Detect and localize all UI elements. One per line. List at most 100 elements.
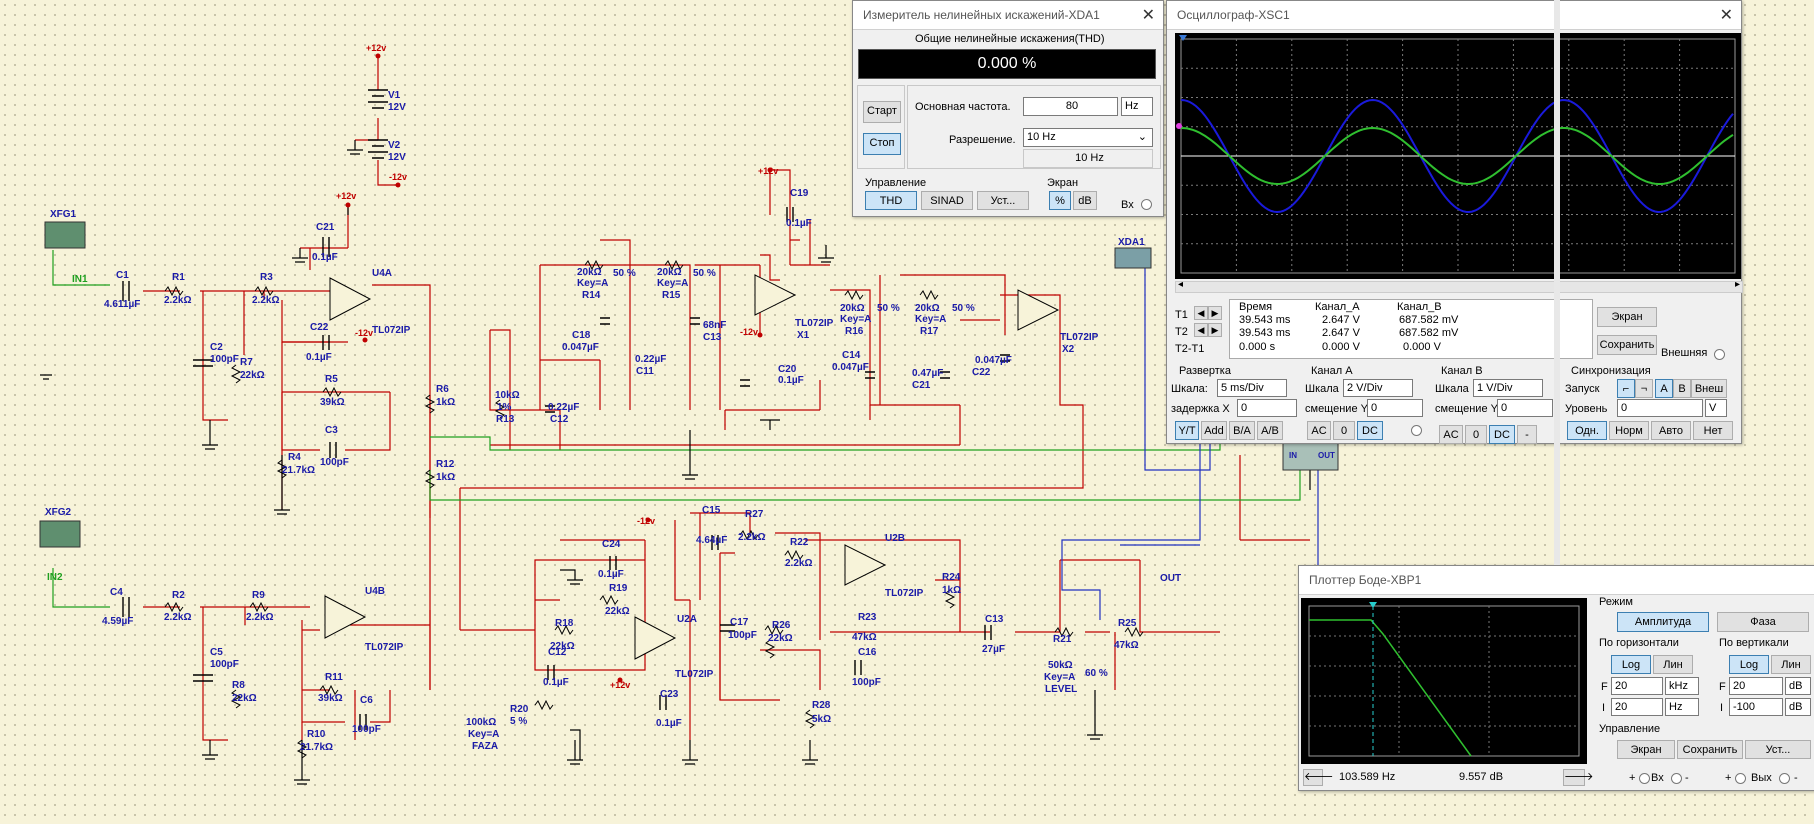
channel-a-offset-input[interactable]: 0 <box>1367 399 1423 417</box>
bode-settings-button[interactable]: Уст... <box>1745 740 1811 759</box>
thd-meter-window[interactable]: Измеритель нелинейных искажений-XDA1 ✕ О… <box>852 0 1164 217</box>
c6-label: C6 <box>360 695 373 706</box>
c13-value: 68nF <box>703 320 726 331</box>
trigger-source-b-button[interactable]: B <box>1673 379 1691 398</box>
channel-a-dc-button[interactable]: DC <box>1357 421 1383 440</box>
scope-screen[interactable] <box>1175 33 1741 279</box>
vertical-initial-input[interactable]: -100 <box>1729 698 1783 716</box>
scroll-right-icon[interactable]: ▸ <box>1735 279 1740 290</box>
scope-screen-button[interactable]: Экран <box>1597 307 1657 327</box>
close-icon[interactable]: ✕ <box>1142 5 1155 25</box>
t1-right-arrow-icon[interactable]: ▶ <box>1208 306 1222 320</box>
thd-settings-button[interactable]: Уст... <box>977 191 1029 210</box>
scope-title-bar[interactable]: Осциллограф-XSC1 ✕ <box>1167 1 1741 30</box>
c14-label: C14 <box>842 350 861 361</box>
vertical-log-button[interactable]: Log <box>1729 655 1769 674</box>
trigger-single-button[interactable]: Одн. <box>1567 421 1607 440</box>
bode-cursor-left-icon[interactable]: 🡐 <box>1303 769 1334 786</box>
thd-in-terminal[interactable] <box>1141 199 1152 210</box>
mode-sinad-button[interactable]: SINAD <box>921 191 973 210</box>
c17-value: 100pF <box>728 630 757 641</box>
close-icon[interactable]: ✕ <box>1720 5 1733 25</box>
channel-b-dc-button[interactable]: DC <box>1489 425 1515 444</box>
trigger-marker <box>1179 35 1187 41</box>
horizontal-final-input[interactable]: 20 <box>1611 677 1663 695</box>
r4-value: 21.7kΩ <box>282 465 315 476</box>
trigger-rising-edge-icon[interactable]: ⌐ <box>1617 379 1635 398</box>
r2-value: 2.2kΩ <box>164 612 191 623</box>
resolution-value: 10 Hz <box>1027 131 1056 143</box>
trigger-auto-button[interactable]: Авто <box>1651 421 1691 440</box>
vertical-final-unit[interactable]: dB <box>1785 677 1811 695</box>
channel-a-terminal[interactable] <box>1411 425 1422 436</box>
horizontal-lin-button[interactable]: Лин <box>1653 655 1693 674</box>
bode-save-button[interactable]: Сохранить <box>1677 740 1743 759</box>
ab-button[interactable]: A/B <box>1257 421 1283 440</box>
bode-out-plus-terminal[interactable] <box>1735 773 1746 784</box>
horizontal-final-unit[interactable]: kHz <box>1665 677 1699 695</box>
trigger-normal-button[interactable]: Норм <box>1609 421 1649 440</box>
horizontal-log-button[interactable]: Log <box>1611 655 1651 674</box>
unit-percent-button[interactable]: % <box>1049 191 1071 210</box>
t1-left-arrow-icon[interactable]: ◀ <box>1194 306 1208 320</box>
bode-graph <box>1308 602 1580 757</box>
start-button[interactable]: Старт <box>863 101 901 123</box>
scope-scrollbar[interactable]: ◂ ▸ <box>1175 279 1743 293</box>
c17-label: C17 <box>730 617 749 628</box>
bode-in-plus-terminal[interactable] <box>1639 773 1650 784</box>
channel-b-ac-button[interactable]: AC <box>1439 425 1463 444</box>
thd-display: 0.000 % <box>858 49 1156 79</box>
bode-title-bar[interactable]: Плоттер Боде-XBP1 <box>1299 566 1814 595</box>
t2-left-arrow-icon[interactable]: ◀ <box>1194 323 1208 337</box>
vertical-lin-button[interactable]: Лин <box>1771 655 1811 674</box>
t2t1-label: T2-T1 <box>1175 343 1205 355</box>
channel-b-zero-button[interactable]: 0 <box>1465 425 1487 444</box>
channel-b-offset-input[interactable]: 0 <box>1497 399 1553 417</box>
freq-input[interactable]: 80 <box>1023 97 1118 116</box>
channel-a-ac-button[interactable]: AC <box>1307 421 1331 440</box>
unit-db-button[interactable]: dB <box>1073 191 1097 210</box>
resolution-select[interactable]: 10 Hz ⌄ <box>1023 128 1153 147</box>
phase-button[interactable]: Фаза <box>1717 612 1809 632</box>
stop-button[interactable]: Стоп <box>863 133 901 155</box>
horizontal-initial-input[interactable]: 20 <box>1611 698 1663 716</box>
trigger-level-unit[interactable]: V <box>1705 399 1727 417</box>
r14-label: R14 <box>582 290 601 301</box>
horizontal-initial-unit[interactable]: Hz <box>1665 698 1699 716</box>
trigger-none-button[interactable]: Нет <box>1693 421 1733 440</box>
bode-plotter-window[interactable]: Плоттер Боде-XBP1 🡐 103.589 Hz 9.557 dB … <box>1298 565 1814 791</box>
mode-thd-button[interactable]: THD <box>865 191 917 210</box>
add-button[interactable]: Add <box>1201 421 1227 440</box>
r12-value: 1kΩ <box>436 472 455 483</box>
delay-x-input[interactable]: 0 <box>1237 399 1297 417</box>
bode-screen[interactable] <box>1301 598 1587 764</box>
yt-button[interactable]: Y/T <box>1175 421 1199 440</box>
trigger-falling-edge-icon[interactable]: ¬ <box>1635 379 1653 398</box>
thd-title-bar[interactable]: Измеритель нелинейных искажений-XDA1 ✕ <box>853 1 1163 30</box>
bode-in-minus: - <box>1685 772 1689 784</box>
ba-button[interactable]: B/A <box>1229 421 1255 440</box>
channel-b-minus-button[interactable]: - <box>1517 425 1537 444</box>
oscilloscope-window[interactable]: Осциллограф-XSC1 ✕ ◂ ▸ T1 T2 T2-T1 ◀ ▶ ◀… <box>1166 0 1743 444</box>
r14-key: Key=A <box>577 278 608 289</box>
trigger-source-ext-button[interactable]: Внеш <box>1691 379 1727 398</box>
vertical-initial-unit[interactable]: dB <box>1785 698 1811 716</box>
trigger-source-a-button[interactable]: A <box>1655 379 1673 398</box>
scroll-left-icon[interactable]: ◂ <box>1178 279 1183 290</box>
amplitude-button[interactable]: Амплитуда <box>1617 612 1709 632</box>
bode-out-minus-terminal[interactable] <box>1779 773 1790 784</box>
vertical-final-input[interactable]: 20 <box>1729 677 1783 695</box>
channel-b-scale-input[interactable]: 1 V/Div <box>1473 379 1543 397</box>
channel-a-zero-button[interactable]: 0 <box>1333 421 1355 440</box>
scope-save-button[interactable]: Сохранить <box>1597 335 1657 355</box>
timebase-scale-input[interactable]: 5 ms/Div <box>1217 379 1287 397</box>
bode-screen-button[interactable]: Экран <box>1617 740 1675 759</box>
trigger-level-input[interactable]: 0 <box>1617 399 1703 417</box>
c23-value: 0.1µF <box>656 718 682 729</box>
bode-cursor-right-icon[interactable]: 🡒 <box>1563 769 1594 786</box>
external-terminal[interactable] <box>1714 349 1725 360</box>
bode-in-minus-terminal[interactable] <box>1671 773 1682 784</box>
t2-right-arrow-icon[interactable]: ▶ <box>1208 323 1222 337</box>
channel-a-scale-input[interactable]: 2 V/Div <box>1343 379 1413 397</box>
freq-unit-select[interactable]: Hz <box>1121 97 1153 116</box>
